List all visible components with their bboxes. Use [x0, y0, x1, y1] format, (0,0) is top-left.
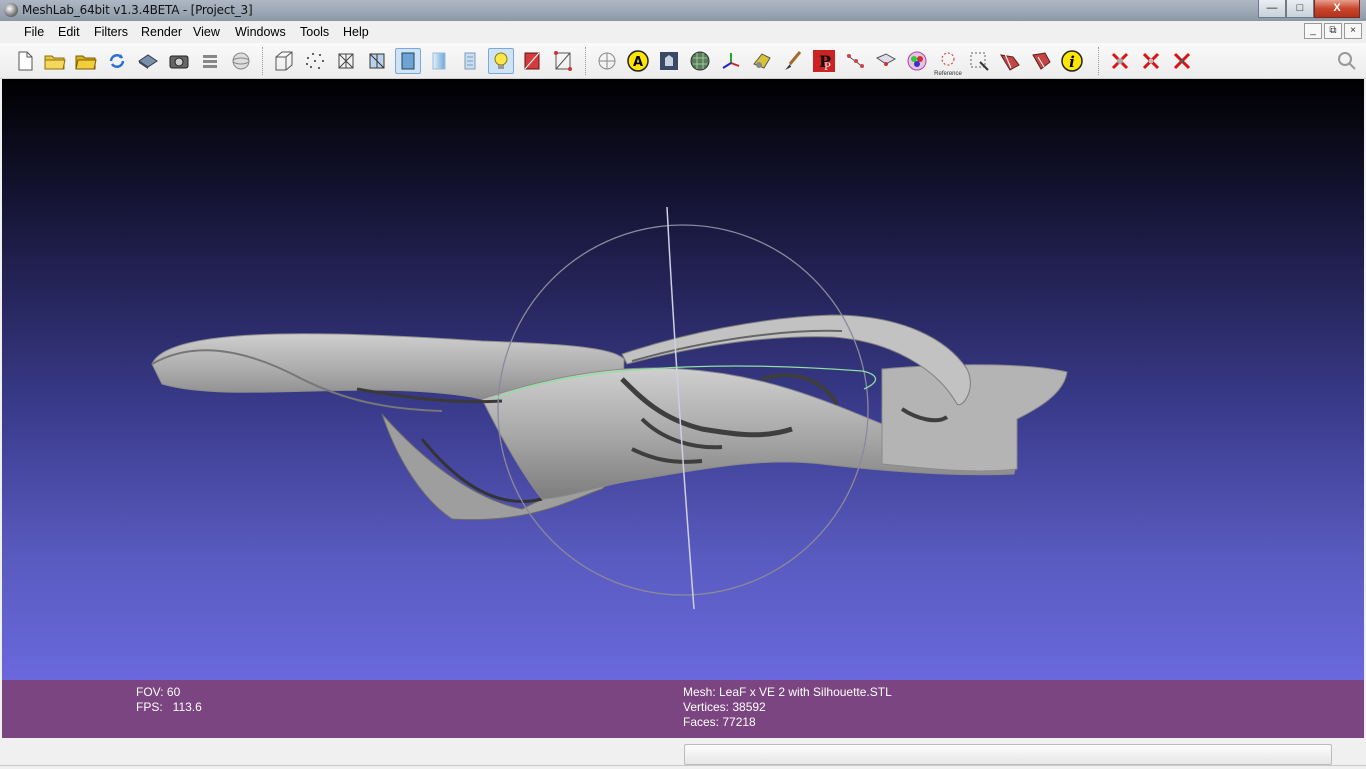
- vertices-label: Vertices: 38592: [683, 700, 766, 714]
- reference-icon[interactable]: [656, 48, 682, 74]
- meshlab-app-icon: [4, 3, 18, 17]
- hidden-lines-icon[interactable]: [364, 48, 390, 74]
- progress-bar: [684, 744, 1332, 765]
- layers-icon[interactable]: [197, 48, 223, 74]
- menu-windows[interactable]: Windows: [235, 25, 286, 39]
- align-icon[interactable]: [749, 48, 775, 74]
- reference-label: Reference: [934, 71, 962, 77]
- trackball-icon[interactable]: [228, 48, 254, 74]
- mesh-model: [151, 314, 1068, 521]
- fps-label: FPS: 113.6: [136, 700, 202, 714]
- search-icon[interactable]: [1334, 48, 1360, 74]
- reference-points-icon[interactable]: [966, 48, 992, 74]
- window-title: MeshLab_64bit v1.3.4BETA - [Project_3]: [22, 3, 253, 17]
- menu-render[interactable]: Render: [141, 25, 182, 39]
- main-toolbar: A PP Reference i: [0, 43, 1366, 79]
- info-overlay: FOV: 60 FPS: 113.6 Mesh: LeaF x VE 2 wit…: [2, 680, 1364, 738]
- minimize-button[interactable]: —: [1258, 0, 1286, 18]
- select-vertex-icon[interactable]: [997, 48, 1023, 74]
- menu-tools[interactable]: Tools: [300, 25, 329, 39]
- menu-bar: File Edit Filters Render View Windows To…: [0, 21, 1366, 43]
- menu-view[interactable]: View: [193, 25, 220, 39]
- color-faces-icon[interactable]: [519, 48, 545, 74]
- color-select-icon[interactable]: [904, 48, 930, 74]
- menu-help[interactable]: Help: [343, 25, 369, 39]
- document-window-controls: _ ⧉ ×: [1304, 23, 1362, 39]
- window-controls: — □ X: [1258, 0, 1360, 18]
- pick-points-icon[interactable]: PP: [811, 48, 837, 74]
- maximize-button[interactable]: □: [1286, 0, 1314, 18]
- svg-text:i: i: [1069, 53, 1075, 71]
- info-icon[interactable]: i: [1059, 48, 1085, 74]
- points-icon[interactable]: [302, 48, 328, 74]
- menu-edit[interactable]: Edit: [58, 25, 80, 39]
- open-folder-icon[interactable]: [42, 48, 68, 74]
- menu-filters[interactable]: Filters: [94, 25, 128, 39]
- toolbar-separator: [262, 47, 265, 75]
- close-button[interactable]: X: [1314, 0, 1360, 18]
- axis-icon[interactable]: [718, 48, 744, 74]
- mesh-layers-icon[interactable]: [687, 48, 713, 74]
- fov-label: FOV: 60: [136, 685, 181, 699]
- wireframe-icon[interactable]: [333, 48, 359, 74]
- bottom-tab-strip: [0, 765, 1366, 769]
- title-bar: MeshLab_64bit v1.3.4BETA - [Project_3] —…: [0, 0, 1366, 21]
- select-icon[interactable]: [873, 48, 899, 74]
- select-region-icon[interactable]: Reference: [934, 48, 962, 77]
- color-vertices-icon[interactable]: [550, 48, 576, 74]
- doc-minimize-button[interactable]: _: [1304, 23, 1322, 39]
- menu-file[interactable]: File: [24, 25, 44, 39]
- delete-selected-icon[interactable]: [1107, 48, 1133, 74]
- paint-brush-icon[interactable]: [780, 48, 806, 74]
- snapshot-icon[interactable]: [166, 48, 192, 74]
- annotation-icon[interactable]: A: [625, 48, 651, 74]
- texture-icon[interactable]: [457, 48, 483, 74]
- bounding-box-icon[interactable]: [271, 48, 297, 74]
- toolbar-separator: [1098, 47, 1101, 75]
- 3d-viewport[interactable]: [2, 79, 1364, 680]
- doc-close-button[interactable]: ×: [1344, 23, 1362, 39]
- smooth-icon[interactable]: [426, 48, 452, 74]
- new-document-icon[interactable]: [12, 48, 38, 74]
- mesh-name-label: Mesh: LeaF x VE 2 with Silhouette.STL: [683, 685, 892, 699]
- select-faces-icon[interactable]: [1028, 48, 1054, 74]
- delete-vertices-icon[interactable]: [1169, 48, 1195, 74]
- grid-icon[interactable]: [594, 48, 620, 74]
- doc-restore-button[interactable]: ⧉: [1324, 23, 1342, 39]
- faces-label: Faces: 77218: [683, 715, 756, 729]
- flat-icon[interactable]: [395, 48, 421, 74]
- toolbar-separator: [585, 47, 588, 75]
- svg-text:P: P: [824, 62, 831, 73]
- status-bar: [0, 739, 1366, 768]
- open-project-icon[interactable]: [73, 48, 99, 74]
- delete-faces-icon[interactable]: [1138, 48, 1164, 74]
- svg-text:A: A: [633, 55, 643, 70]
- measure-icon[interactable]: [842, 48, 868, 74]
- light-icon[interactable]: [488, 48, 514, 74]
- reload-icon[interactable]: [104, 48, 130, 74]
- save-icon[interactable]: [135, 48, 161, 74]
